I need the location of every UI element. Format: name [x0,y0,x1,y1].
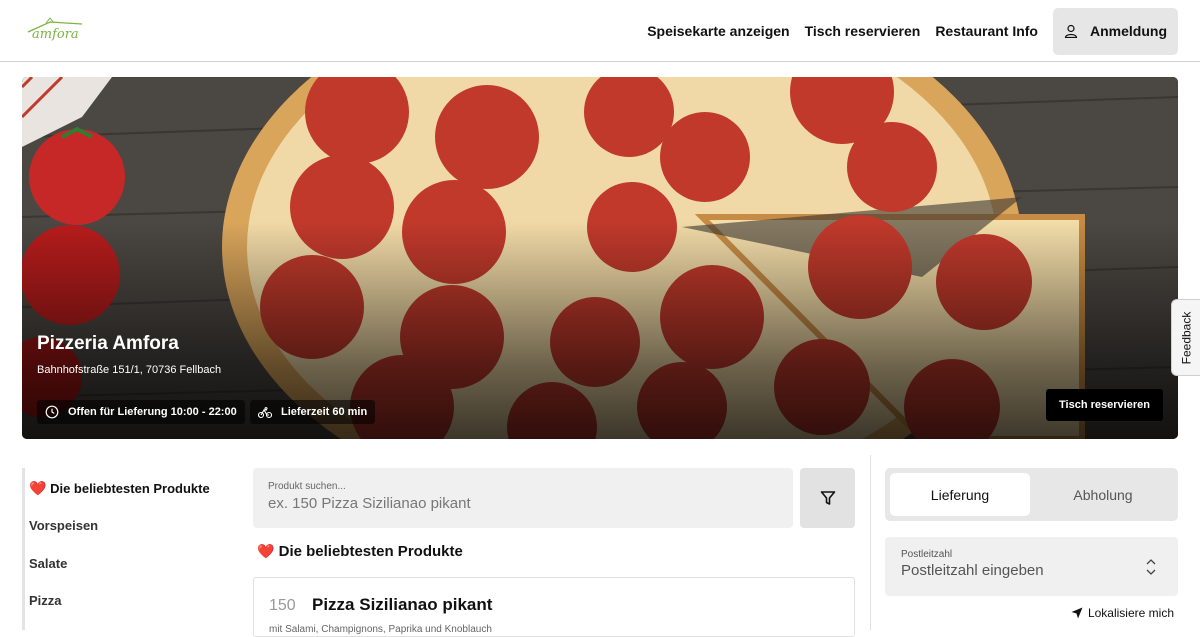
category-item-salads[interactable]: Salate [29,556,67,571]
opening-hours-badge: Offen für Lieferung 10:00 - 22:00 [37,400,245,424]
delivery-time-badge: Lieferzeit 60 min [250,400,376,424]
column-divider [870,455,871,630]
zip-input[interactable] [901,562,1131,579]
bicycle-icon [258,406,272,419]
pickup-option[interactable]: Abholung [1033,473,1173,516]
category-sidebar: ❤️ Die beliebtesten Produkte Vorspeisen … [22,468,232,630]
hero-banner: Pizzeria Amfora Bahnhofstraße 151/1, 707… [22,77,1178,439]
zip-code-select[interactable]: Postleitzahl [885,537,1178,596]
delivery-time-text: Lieferzeit 60 min [281,406,368,418]
nav-info-link[interactable]: Restaurant Info [935,23,1038,39]
category-item-starters[interactable]: Vorspeisen [29,518,98,533]
order-mode-toggle: Lieferung Abholung [885,468,1178,521]
search-input[interactable] [268,495,768,512]
nav-reserve-link[interactable]: Tisch reservieren [805,23,921,39]
opening-hours-text: Offen für Lieferung 10:00 - 22:00 [68,406,237,418]
search-label: Produkt suchen... [268,481,346,492]
reserve-table-button[interactable]: Tisch reservieren [1046,389,1163,421]
restaurant-name: Pizzeria Amfora [37,333,179,354]
heart-icon: ❤️ [29,480,47,496]
product-number: 150 [269,597,296,614]
section-title-text: Die beliebtesten Produkte [278,543,463,560]
feedback-tab[interactable]: Feedback [1171,299,1200,376]
clock-icon [45,405,59,419]
heart-icon: ❤️ [257,543,275,559]
product-name: Pizza Sizilianao pikant [312,595,493,614]
main-nav: Speisekarte anzeigen Tisch reservieren R… [632,7,1178,55]
restaurant-address: Bahnhofstraße 151/1, 70736 Fellbach [37,364,222,376]
feedback-label: Feedback [1179,311,1194,364]
locate-label: Lokalisiere mich [1087,606,1174,620]
logo-text: amfora [32,27,79,42]
nav-menu-link[interactable]: Speisekarte anzeigen [647,23,789,39]
category-item-pizza[interactable]: Pizza [29,593,62,608]
product-search[interactable]: Produkt suchen... [253,468,793,528]
delivery-option[interactable]: Lieferung [890,473,1030,516]
user-icon [1064,24,1078,38]
filter-button[interactable] [800,468,855,528]
category-label: Die beliebtesten Produkte [50,481,210,496]
location-arrow-icon [1071,607,1083,619]
category-item-popular[interactable]: ❤️ Die beliebtesten Produkte [29,480,210,497]
login-button[interactable]: Anmeldung [1053,7,1178,55]
section-title: ❤️ Die beliebtesten Produkte [257,543,463,560]
header: amfora Speisekarte anzeigen Tisch reserv… [0,0,1200,62]
logo[interactable]: amfora [24,14,88,46]
filter-icon [820,491,835,505]
product-card[interactable]: 150 Pizza Sizilianao pikant mit Salami, … [253,577,855,637]
login-label: Anmeldung [1090,23,1167,39]
locate-me-link[interactable]: Lokalisiere mich [1071,606,1174,620]
chevron-updown-icon [1146,559,1156,575]
zip-label: Postleitzahl [901,549,953,560]
hero-shade [22,77,1178,439]
